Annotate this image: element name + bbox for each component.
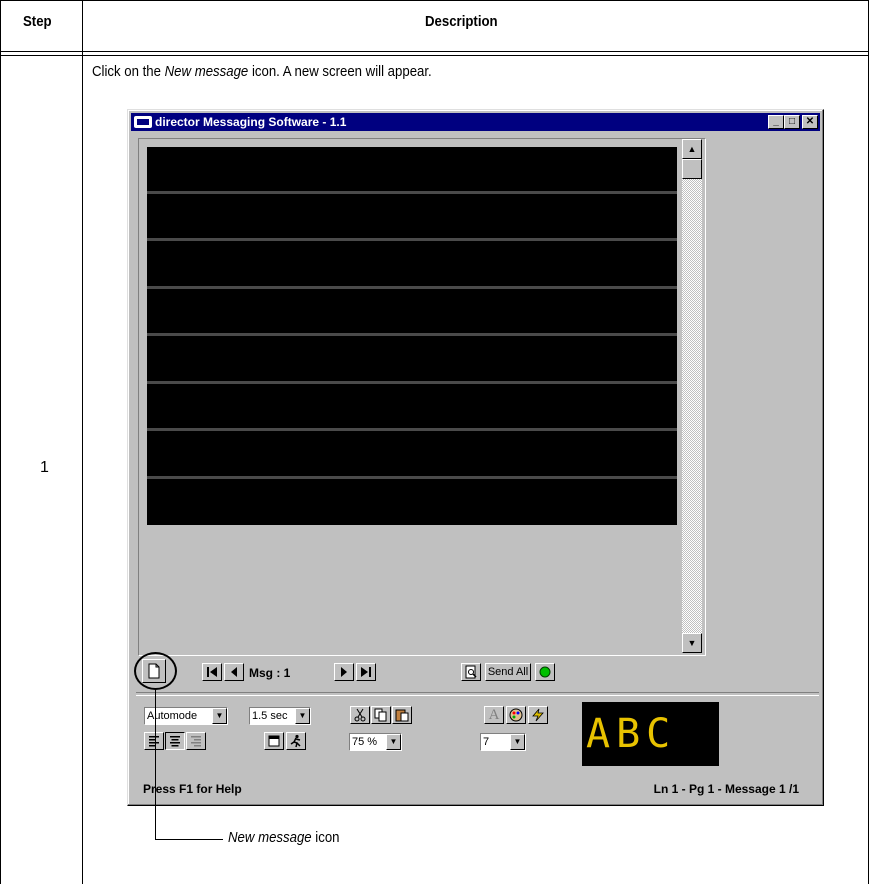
app-icon	[134, 116, 152, 128]
size-select[interactable]: 7 ▼	[480, 733, 526, 751]
skip-first-icon	[207, 667, 217, 677]
maximize-button[interactable]: □	[784, 115, 800, 129]
color-palette-button[interactable]	[506, 706, 526, 724]
time-value: 1.5 sec	[252, 710, 288, 722]
toolbar-separator	[136, 692, 819, 696]
window-title: director Messaging Software - 1.1	[155, 115, 347, 129]
zoom-value: 75 %	[352, 736, 378, 748]
line-divider	[147, 381, 677, 384]
align-center-icon	[170, 736, 180, 747]
app-window: director Messaging Software - 1.1 _ □ ✕ …	[127, 109, 824, 806]
paste-button[interactable]	[392, 706, 412, 724]
align-right-button[interactable]	[186, 732, 206, 750]
preview-button[interactable]	[461, 663, 481, 681]
page-layout-button[interactable]	[264, 732, 284, 750]
magnifier-page-icon	[465, 665, 477, 679]
minimize-button[interactable]: _	[768, 115, 784, 129]
line-divider	[147, 333, 677, 336]
header-description: Description	[425, 13, 498, 30]
scroll-down-button[interactable]: ▼	[682, 633, 702, 653]
line-divider	[147, 286, 677, 289]
animation-button[interactable]	[286, 732, 306, 750]
message-lines-display[interactable]	[147, 147, 677, 525]
send-all-button[interactable]: Send All	[485, 663, 531, 681]
table-column-divider	[82, 0, 83, 884]
table-border-left	[0, 0, 1, 884]
palette-icon	[509, 708, 523, 722]
align-right-icon	[191, 736, 201, 747]
status-bar: Press F1 for Help Ln 1 - Pg 1 - Message …	[136, 778, 819, 800]
page-icon	[268, 735, 280, 747]
callout-circle	[134, 652, 177, 690]
line-divider	[147, 238, 677, 241]
step-number: 1	[40, 459, 49, 476]
table-border-top	[0, 0, 869, 1]
next-message-button[interactable]	[334, 663, 354, 681]
copy-button[interactable]	[371, 706, 391, 724]
previous-icon	[231, 667, 237, 677]
skip-last-icon	[361, 667, 371, 677]
status-help-text: Press F1 for Help	[143, 782, 242, 796]
callout-line-horizontal	[155, 839, 223, 840]
zoom-select[interactable]: 75 % ▼	[349, 733, 402, 751]
close-button[interactable]: ✕	[802, 115, 818, 129]
mode-select[interactable]: Automode ▼	[144, 707, 228, 725]
paste-icon	[395, 709, 409, 722]
align-left-icon	[149, 736, 159, 747]
callout-label: New message icon	[228, 829, 340, 846]
line-divider	[147, 191, 677, 194]
chevron-down-icon[interactable]: ▼	[386, 734, 401, 750]
line-divider	[147, 476, 677, 479]
status-indicator-button[interactable]	[535, 663, 555, 681]
align-left-button[interactable]	[144, 732, 164, 750]
size-value: 7	[483, 736, 490, 748]
line-divider	[147, 428, 677, 431]
align-center-button[interactable]	[165, 732, 185, 750]
header-rule-1	[0, 51, 869, 52]
letter-a-icon: A	[488, 707, 500, 723]
chevron-down-icon[interactable]: ▼	[295, 708, 310, 724]
scissors-icon	[354, 708, 366, 722]
running-man-icon	[290, 734, 301, 748]
instruction-text: Click on the New message icon. A new scr…	[92, 63, 432, 80]
callout-line-vertical	[155, 690, 156, 840]
font-style-button[interactable]: A	[484, 706, 504, 724]
copy-icon	[374, 708, 387, 722]
status-position-text: Ln 1 - Pg 1 - Message 1 /1	[653, 782, 799, 796]
vertical-scrollbar[interactable]: ▲ ▼	[682, 139, 702, 653]
chevron-down-icon[interactable]: ▼	[212, 708, 227, 724]
scroll-up-button[interactable]: ▲	[682, 139, 702, 159]
lightning-icon	[532, 708, 544, 722]
effects-button[interactable]	[528, 706, 548, 724]
header-step: Step	[23, 13, 52, 30]
last-message-button[interactable]	[356, 663, 376, 681]
message-edit-area[interactable]: ▲ ▼	[138, 138, 706, 656]
green-light-icon	[539, 666, 551, 678]
chevron-down-icon[interactable]: ▼	[510, 734, 525, 750]
led-preview-display: ABC	[582, 702, 719, 766]
time-select[interactable]: 1.5 sec ▼	[249, 707, 311, 725]
header-rule-2	[0, 55, 869, 56]
cut-button[interactable]	[350, 706, 370, 724]
first-message-button[interactable]	[202, 663, 222, 681]
next-icon	[341, 667, 347, 677]
previous-message-button[interactable]	[224, 663, 244, 681]
message-counter: Msg : 1	[249, 666, 291, 680]
title-bar: director Messaging Software - 1.1 _ □ ✕	[131, 113, 820, 131]
scroll-thumb[interactable]	[682, 159, 702, 179]
